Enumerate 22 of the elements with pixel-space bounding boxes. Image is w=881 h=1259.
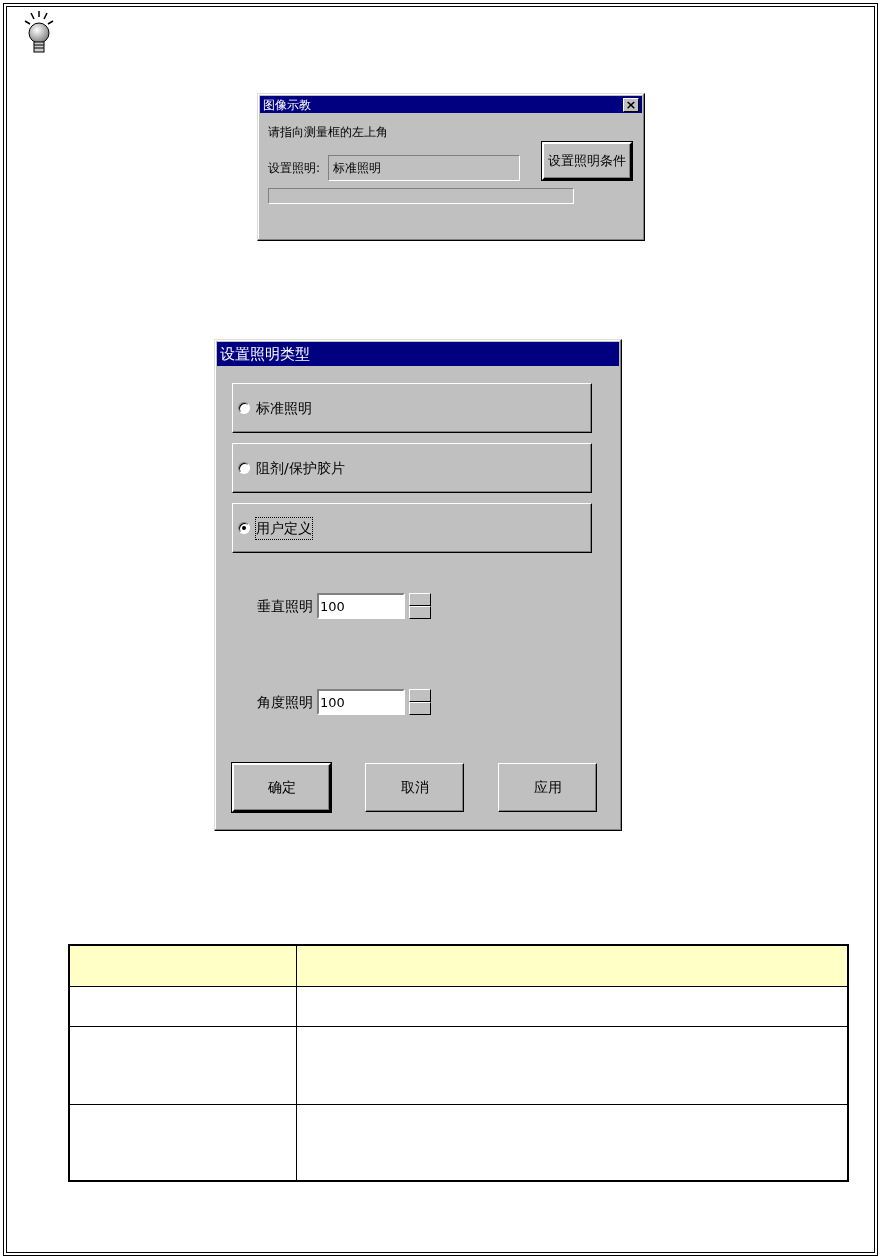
radio-option-button[interactable]: 标准照明 [232, 383, 592, 433]
dialog-button[interactable]: 取消 [365, 763, 464, 812]
dialog-button[interactable]: 确定 [232, 763, 331, 812]
dialog-button[interactable]: 应用 [498, 763, 597, 812]
message-text: 请指向测量框的左上角 [268, 124, 389, 141]
radio-option-button[interactable]: 阻剂/保护胶片 [232, 443, 592, 493]
number-field[interactable]: 100 [317, 689, 405, 715]
window-title: 图像示教 [263, 96, 311, 114]
lighting-label: 设置照明: [268, 160, 321, 177]
window-title: 设置照明类型 [220, 343, 310, 365]
lighting-field[interactable]: 标准照明 [328, 155, 521, 181]
radio-option-button[interactable]: 用户定义 [232, 503, 592, 553]
radio-button[interactable] [238, 522, 250, 534]
set-lighting-button[interactable]: 设置照明条件 [542, 142, 633, 180]
close-button[interactable]: × [623, 97, 639, 112]
radio-button[interactable] [238, 402, 250, 414]
number-field[interactable]: 100 [317, 593, 405, 619]
radio-button[interactable] [238, 462, 250, 474]
spinner-label: 角度照明 [257, 692, 313, 712]
spinner-arrows[interactable] [409, 593, 431, 619]
spinner-arrows[interactable] [409, 689, 431, 715]
spinner-label: 垂直照明 [257, 596, 313, 616]
